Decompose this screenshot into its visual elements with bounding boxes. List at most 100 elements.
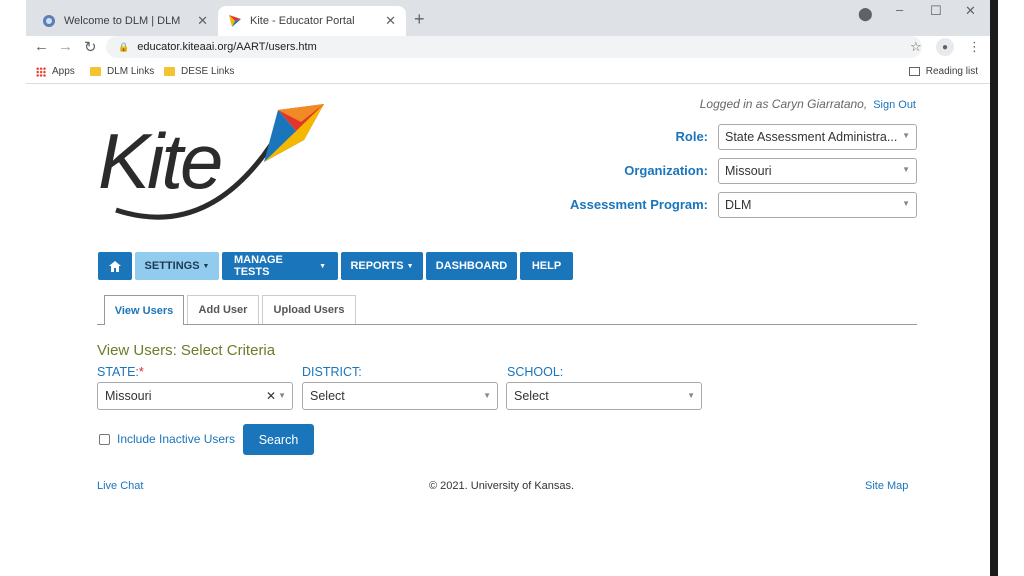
menu-label: HELP xyxy=(531,260,562,272)
main-menu: SETTINGS ▼ MANAGE TESTS ▼ REPORTS ▼ DASHBOA… xyxy=(98,252,573,280)
home-icon xyxy=(109,260,121,272)
menu-kebab-icon[interactable]: ⋮ xyxy=(968,39,981,55)
caret-down-icon: ▼ xyxy=(406,262,414,270)
district-label: DISTRICT: xyxy=(302,365,362,379)
folder-icon xyxy=(164,67,175,76)
tab-label: Add User xyxy=(198,304,248,316)
search-button-label: Search xyxy=(258,432,299,447)
state-label: STATE:* xyxy=(97,365,144,379)
bookmark-dlm-links[interactable]: DLM Links xyxy=(90,66,154,77)
desktop-edge xyxy=(990,0,1024,576)
close-icon[interactable]: ✕ xyxy=(385,13,396,29)
window-close-icon[interactable]: ✕ xyxy=(965,3,976,19)
organization-select[interactable]: Missouri ▼ xyxy=(718,158,917,184)
chevron-down-icon: ▼ xyxy=(278,391,286,400)
state-label-text: STATE: xyxy=(97,365,139,379)
home-button[interactable] xyxy=(98,252,132,280)
tab-search-icon[interactable]: ⬤ xyxy=(858,6,873,22)
menu-label: MANAGE TESTS xyxy=(234,254,283,278)
browser-tab-kite[interactable]: Kite - Educator Portal ✕ xyxy=(218,6,406,36)
required-marker: * xyxy=(138,365,144,379)
bookmark-label: DLM Links xyxy=(107,66,155,77)
chevron-down-icon: ▼ xyxy=(483,391,491,400)
address-bar[interactable]: 🔒 educator.kiteaai.org/AART/users.htm xyxy=(106,36,922,58)
browser-tab-dlm[interactable]: Welcome to DLM | DLM ✕ xyxy=(32,6,218,36)
clear-icon[interactable]: ✕ xyxy=(266,389,276,403)
screen: Welcome to DLM | DLM ✕ Kite - Educator P… xyxy=(0,0,1024,576)
close-icon[interactable]: ✕ xyxy=(197,13,208,29)
school-label: SCHOOL: xyxy=(507,365,564,379)
include-inactive-label[interactable]: Include Inactive Users xyxy=(117,432,235,446)
tab-add-user[interactable]: Add User xyxy=(187,295,259,324)
state-select[interactable]: Missouri ✕ ▼ xyxy=(97,382,293,410)
chevron-down-icon: ▼ xyxy=(902,165,910,174)
school-value: Select xyxy=(514,389,549,403)
menu-label: SETTINGS xyxy=(144,260,200,272)
include-inactive-row: Include Inactive Users xyxy=(99,432,235,446)
caret-down-icon: ▼ xyxy=(319,262,326,270)
browser-toolbar: ← → ↻ 🔒 educator.kiteaai.org/AART/users.… xyxy=(26,36,990,60)
school-select[interactable]: Select ▼ xyxy=(506,382,702,410)
reading-list-icon xyxy=(908,67,920,76)
organization-label: Organization: xyxy=(624,163,708,178)
login-status: Logged in as Caryn Giarratano, Sign Out xyxy=(600,97,916,111)
menu-manage-tests[interactable]: MANAGE TESTS ▼ xyxy=(222,252,338,280)
role-label: Role: xyxy=(675,129,709,144)
reload-icon[interactable]: ↻ xyxy=(84,38,97,56)
bookmark-star-icon[interactable]: ☆ xyxy=(910,39,922,55)
url-text: educator.kiteaai.org/AART/users.htm xyxy=(137,41,317,53)
menu-reports[interactable]: REPORTS ▼ xyxy=(341,252,423,280)
apps-grid-icon xyxy=(36,66,46,77)
globe-icon xyxy=(43,15,55,27)
caret-down-icon: ▼ xyxy=(202,262,210,270)
user-tabs: View Users Add User Upload Users xyxy=(97,295,917,325)
search-button[interactable]: Search xyxy=(243,424,314,455)
browser-tab-label: Welcome to DLM | DLM xyxy=(64,15,181,27)
role-value: State Assessment Administra... xyxy=(725,130,898,144)
district-select[interactable]: Select ▼ xyxy=(302,382,498,410)
criteria-title: View Users: Select Criteria xyxy=(97,342,276,359)
folder-icon xyxy=(90,67,101,76)
menu-label: REPORTS xyxy=(350,260,404,272)
role-select[interactable]: State Assessment Administra... ▼ xyxy=(718,124,917,150)
state-value: Missouri xyxy=(105,389,152,403)
kite-logo: Kite xyxy=(98,104,324,220)
kite-logo-text: Kite xyxy=(98,117,221,205)
reading-list[interactable]: Reading list xyxy=(908,66,978,77)
minimize-icon[interactable]: – xyxy=(896,2,903,17)
menu-help[interactable]: HELP xyxy=(520,252,573,280)
site-map-link[interactable]: Site Map xyxy=(865,480,908,492)
tab-label: Upload Users xyxy=(273,304,345,316)
live-chat-link[interactable]: Live Chat xyxy=(97,480,143,492)
sign-out-link[interactable]: Sign Out xyxy=(873,99,916,111)
lock-icon: 🔒 xyxy=(118,41,130,52)
copyright-text: © 2021. University of Kansas. xyxy=(429,480,575,492)
chevron-down-icon: ▼ xyxy=(902,131,910,140)
bookmark-apps[interactable]: Apps xyxy=(36,66,75,77)
menu-dashboard[interactable]: DASHBOARD xyxy=(426,252,517,280)
organization-value: Missouri xyxy=(725,164,772,178)
bookmark-label: DESE Links xyxy=(181,66,235,77)
bookmarks-bar: Apps DLM Links DESE Links Reading list xyxy=(26,60,990,84)
new-tab-icon[interactable]: + xyxy=(414,9,425,30)
assessment-program-value: DLM xyxy=(725,198,752,212)
tab-upload-users[interactable]: Upload Users xyxy=(262,295,356,324)
menu-label: DASHBOARD xyxy=(435,260,508,272)
chevron-down-icon: ▼ xyxy=(902,199,910,208)
bookmark-dese-links[interactable]: DESE Links xyxy=(164,66,234,77)
forward-icon[interactable]: → xyxy=(58,38,73,55)
assessment-program-select[interactable]: DLM ▼ xyxy=(718,192,917,218)
tab-label: View Users xyxy=(114,304,174,317)
menu-settings[interactable]: SETTINGS ▼ xyxy=(135,252,219,280)
browser-tabstrip: Welcome to DLM | DLM ✕ Kite - Educator P… xyxy=(26,0,990,36)
tab-view-users[interactable]: View Users xyxy=(104,295,184,325)
chevron-down-icon: ▼ xyxy=(687,391,695,400)
logged-in-text: Logged in as Caryn Giarratano, xyxy=(699,97,868,111)
include-inactive-checkbox[interactable] xyxy=(99,433,110,445)
profile-avatar-icon[interactable]: ● xyxy=(936,38,954,56)
maximize-icon[interactable]: ☐ xyxy=(930,3,942,19)
browser-tab-label: Kite - Educator Portal xyxy=(250,15,355,27)
back-icon[interactable]: ← xyxy=(34,38,49,55)
kite-icon xyxy=(229,15,241,27)
reading-list-label: Reading list xyxy=(925,66,978,77)
